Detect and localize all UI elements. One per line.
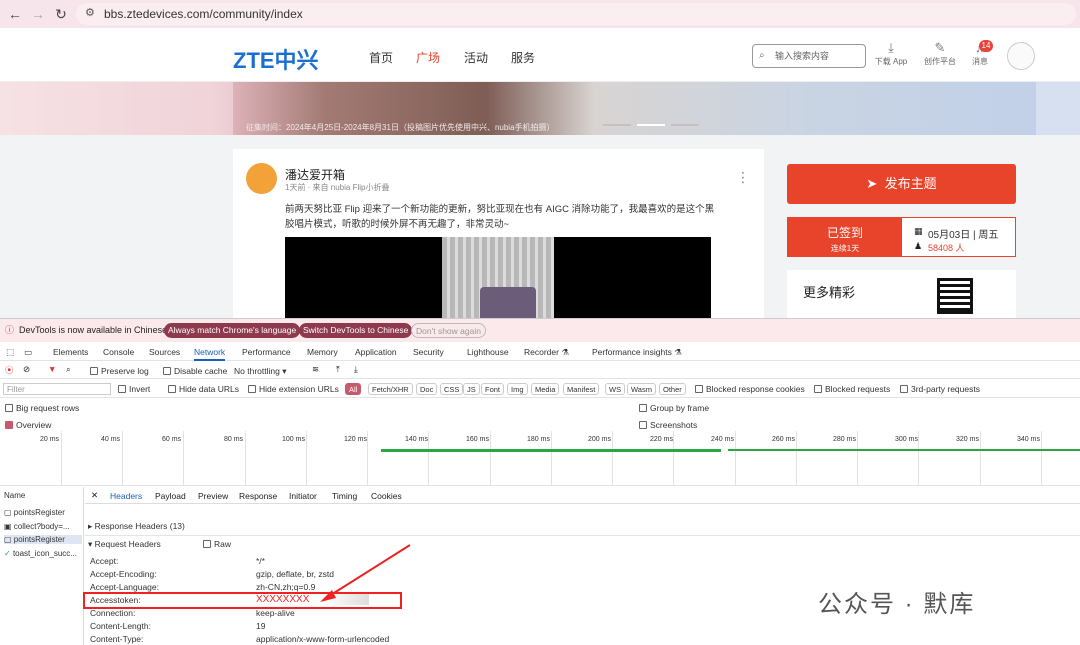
arrow-shaft	[325, 544, 411, 599]
watermark: 公众号 · 默库	[818, 591, 976, 618]
annotation-arrow	[320, 544, 411, 602]
arrow-head	[320, 590, 336, 602]
